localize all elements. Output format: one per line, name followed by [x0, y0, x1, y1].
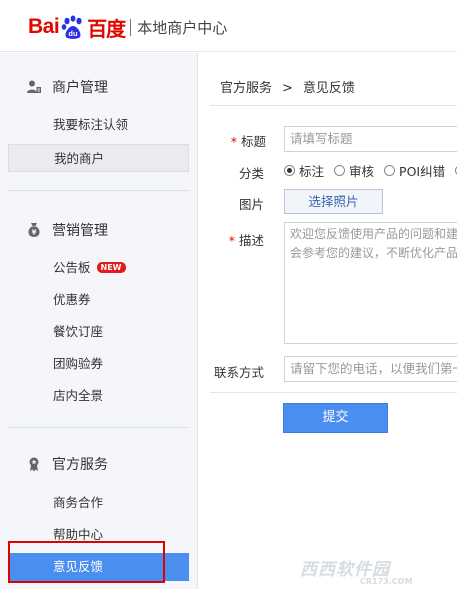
svg-text:¥: ¥ [32, 229, 37, 237]
sidebar-item-claim[interactable]: 我要标注认领 [8, 111, 189, 139]
svg-text:du: du [69, 29, 79, 38]
sidebar-item-reservation[interactable]: 餐饮订座 [8, 318, 189, 346]
submit-button[interactable]: 提交 [283, 403, 388, 433]
breadcrumb-current: 意见反馈 [302, 81, 355, 96]
required-mark: * [228, 233, 235, 248]
logo-separator [130, 18, 132, 36]
sidebar-item-panorama[interactable]: 店内全景 [8, 382, 189, 410]
section-merchant-management[interactable]: 商户管理 [26, 76, 108, 98]
radio-icon[interactable] [334, 164, 346, 176]
baidu-paw-icon: du [60, 14, 86, 40]
sidebar-item-bulletin[interactable]: 公告板 NEW [8, 254, 189, 282]
description-label: * 描述 [228, 233, 264, 248]
category-option-review[interactable]: 审核 [334, 161, 374, 180]
sidebar-item-coupons[interactable]: 优惠券 [8, 286, 189, 314]
header: Bai du 百度 本地商户中心 [0, 0, 457, 52]
contact-input[interactable]: 请留下您的电话，以便我们第一 [284, 356, 457, 382]
category-label: 分类 [238, 166, 264, 181]
description-placeholder-line: 会参考您的建议，不断优化产品 [290, 246, 457, 260]
contact-label: 联系方式 [213, 365, 264, 380]
section-title: 营销管理 [52, 223, 108, 239]
category-option-poi[interactable]: POI纠错 [384, 161, 445, 180]
breadcrumb-parent[interactable]: 官方服务 [220, 81, 272, 96]
sidebar-item-label: 公告板 [53, 260, 91, 275]
app-title: 本地商户中心 [137, 18, 228, 37]
sidebar-item-business-cooperation[interactable]: 商务合作 [8, 489, 189, 517]
title-input[interactable]: 请填写标题 [284, 126, 457, 152]
merchant-icon [26, 79, 42, 95]
title-label: * 标题 [230, 134, 266, 149]
form-divider [210, 392, 457, 393]
category-radio-group: 标注 审核 POI纠错 [284, 160, 457, 180]
new-badge: NEW [96, 262, 126, 273]
description-placeholder-line: 欢迎您反馈使用产品的问题和建 [290, 227, 457, 241]
logo-text-bai: Bai [28, 15, 60, 38]
required-mark: * [230, 134, 237, 149]
logo-text-baidu: 百度 [87, 16, 126, 41]
breadcrumb-arrow-icon: > [282, 81, 293, 96]
money-bag-icon: ¥ [26, 222, 42, 238]
sidebar-item-group-voucher[interactable]: 团购验券 [8, 350, 189, 378]
section-title: 商户管理 [52, 80, 108, 96]
select-photo-button[interactable]: 选择照片 [284, 189, 383, 214]
breadcrumb-divider [210, 105, 457, 106]
section-official-services[interactable]: 官方服务 [26, 453, 108, 475]
breadcrumb: 官方服务 > 意见反馈 [220, 77, 355, 96]
sidebar-item-feedback[interactable]: 意见反馈 [8, 553, 189, 581]
category-option-annotate[interactable]: 标注 [284, 161, 324, 180]
sidebar-item-help-center[interactable]: 帮助中心 [8, 521, 189, 549]
description-textarea[interactable]: 欢迎您反馈使用产品的问题和建 会参考您的建议，不断优化产品 [284, 222, 457, 344]
section-title: 官方服务 [52, 457, 108, 473]
sidebar-divider [8, 427, 189, 428]
sidebar-item-my-merchants[interactable]: 我的商户 [8, 144, 189, 172]
radio-icon[interactable] [384, 164, 396, 176]
sidebar-divider [8, 190, 189, 191]
watermark: 西西软件园 CR173.COM [300, 560, 413, 586]
section-marketing-management[interactable]: ¥ 营销管理 [26, 219, 108, 241]
ribbon-icon [26, 456, 42, 472]
radio-checked-icon[interactable] [284, 164, 295, 176]
image-label: 图片 [238, 197, 264, 212]
baidu-logo[interactable]: Bai du 百度 本地商户中心 [28, 12, 227, 42]
